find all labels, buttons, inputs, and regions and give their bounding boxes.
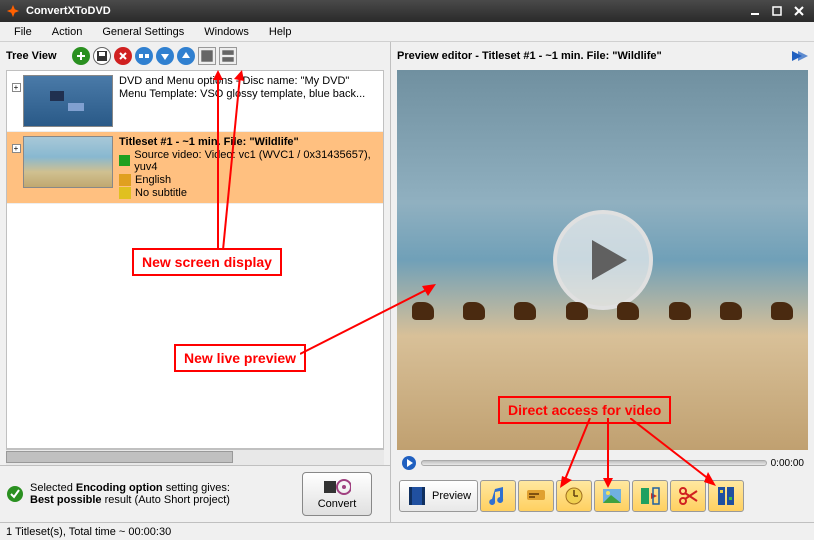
tab-chapter[interactable] xyxy=(556,480,592,512)
image-icon xyxy=(601,485,623,507)
close-button[interactable] xyxy=(790,4,808,18)
merge-button[interactable] xyxy=(135,47,153,65)
dvdmenu-line1: DVD and Menu options - Disc name: "My DV… xyxy=(119,75,381,87)
tab-audio[interactable] xyxy=(480,480,516,512)
tab-merge[interactable] xyxy=(708,480,744,512)
menubar: File Action General Settings Windows Hel… xyxy=(0,22,814,42)
filmstrip-icon xyxy=(715,485,737,507)
preview-header: Preview editor - Titleset #1 - ~1 min. F… xyxy=(391,42,814,70)
tab-subtitle[interactable] xyxy=(518,480,554,512)
expand-toggle[interactable]: + xyxy=(9,75,23,127)
save-button[interactable] xyxy=(93,47,111,65)
status-text: Selected Encoding option setting gives: … xyxy=(30,482,290,506)
minimize-button[interactable] xyxy=(746,4,764,18)
music-icon xyxy=(487,485,509,507)
menu-action[interactable]: Action xyxy=(42,24,93,40)
left-panel: Tree View + DVD and Menu options - Disc … xyxy=(0,42,390,522)
menu-general-settings[interactable]: General Settings xyxy=(92,24,194,40)
titleset-sub: No subtitle xyxy=(135,187,187,199)
preview-body xyxy=(397,70,808,450)
app-logo-icon xyxy=(6,4,20,18)
tab-preview-label: Preview xyxy=(432,490,471,502)
tree-body: + DVD and Menu options - Disc name: "My … xyxy=(6,70,384,449)
video-content xyxy=(397,302,808,328)
menu-windows[interactable]: Windows xyxy=(194,24,259,40)
video-icon xyxy=(119,155,130,167)
statusbar-text: 1 Titleset(s), Total time ~ 00:00:30 xyxy=(6,526,171,538)
titlebar: ConvertXToDVD xyxy=(0,0,814,22)
editor-tabs: Preview xyxy=(397,476,808,516)
tab-output[interactable] xyxy=(632,480,668,512)
menu-file[interactable]: File xyxy=(4,24,42,40)
output-icon xyxy=(639,485,661,507)
menu-help[interactable]: Help xyxy=(259,24,302,40)
view-mode-1-button[interactable] xyxy=(198,47,216,65)
play-button[interactable] xyxy=(401,455,417,471)
video-frame[interactable] xyxy=(397,70,808,450)
titleset-title: Titleset #1 - ~1 min. File: "Wildlife" xyxy=(119,136,381,148)
delete-button[interactable] xyxy=(114,47,132,65)
film-icon xyxy=(406,485,428,507)
view-mode-2-button[interactable] xyxy=(219,47,237,65)
titleset-lang: English xyxy=(135,174,171,186)
statusbar: 1 Titleset(s), Total time ~ 00:00:30 xyxy=(0,522,814,540)
treeview-label: Tree View xyxy=(6,50,57,62)
play-overlay-button[interactable] xyxy=(553,210,653,310)
subtitle-icon xyxy=(119,187,131,199)
move-down-button[interactable] xyxy=(156,47,174,65)
convert-button[interactable]: Convert xyxy=(302,472,372,516)
right-panel: Preview editor - Titleset #1 - ~1 min. F… xyxy=(390,42,814,522)
treeview-toolbar: Tree View xyxy=(0,42,390,70)
time-display: 0:00:00 xyxy=(771,458,804,469)
audio-icon xyxy=(119,174,131,186)
play-icon xyxy=(587,240,627,280)
preview-title: Preview editor - Titleset #1 - ~1 min. F… xyxy=(397,50,790,62)
window-title: ConvertXToDVD xyxy=(26,5,742,17)
maximize-button[interactable] xyxy=(768,4,786,18)
expand-toggle[interactable]: + xyxy=(9,136,23,199)
clock-icon xyxy=(563,485,585,507)
tab-preview[interactable]: Preview xyxy=(399,480,478,512)
subtitle-icon xyxy=(525,485,547,507)
move-up-button[interactable] xyxy=(177,47,195,65)
seek-bar[interactable] xyxy=(421,460,767,466)
tree-scrollbar[interactable] xyxy=(6,449,384,465)
convert-label: Convert xyxy=(318,498,357,510)
dvdmenu-line2: Menu Template: VSO glossy template, blue… xyxy=(119,88,381,100)
tab-image[interactable] xyxy=(594,480,630,512)
check-icon xyxy=(6,485,24,503)
status-area: Selected Encoding option setting gives: … xyxy=(0,465,390,522)
dvdmenu-thumbnail xyxy=(23,75,113,127)
scissors-icon xyxy=(677,485,699,507)
tab-cut[interactable] xyxy=(670,480,706,512)
convert-icon xyxy=(323,478,351,496)
next-icon[interactable] xyxy=(790,48,808,64)
add-button[interactable] xyxy=(72,47,90,65)
tree-row-dvdmenu[interactable]: + DVD and Menu options - Disc name: "My … xyxy=(7,71,383,132)
playback-bar: 0:00:00 xyxy=(397,452,808,474)
titleset-thumbnail xyxy=(23,136,113,188)
tree-row-titleset[interactable]: + Titleset #1 - ~1 min. File: "Wildlife"… xyxy=(7,132,383,204)
titleset-source: Source video: Video: vc1 (WVC1 / 0x31435… xyxy=(134,149,381,173)
